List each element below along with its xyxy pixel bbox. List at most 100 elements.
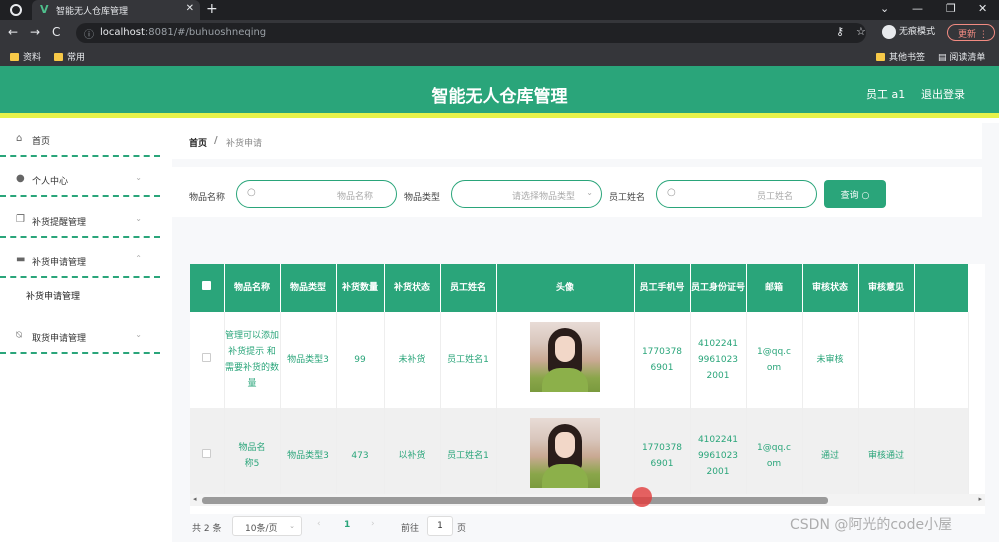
breadcrumb-separator: / (214, 135, 218, 146)
cell-staff: 员工姓名1 (440, 408, 497, 504)
watermark: CSDN @阿光的code小屋 (790, 517, 953, 533)
app-header: 智能无人仓库管理 员工 a1 退出登录 (0, 66, 999, 118)
table-header-row: 物品名称 物品类型 补货数量 补货状态 员工姓名 头像 员工手机号 员工身份证号… (190, 264, 969, 312)
column-header: 物品类型 (280, 264, 337, 312)
sidebar-item-label: 补货申请管理 (32, 258, 87, 268)
cell-opinion (858, 312, 915, 408)
item-name-placeholder: 物品名称 (337, 192, 374, 202)
staff-name-label: 员工姓名 (609, 193, 646, 203)
star-icon[interactable]: ☆ (856, 25, 866, 38)
chevron-down-icon: ⌄ (135, 173, 142, 182)
avatar (530, 418, 600, 488)
table-row[interactable]: 管理可以添加补货提示 和需要补货的数量 物品类型3 99 未补货 员工姓名1 1… (190, 312, 969, 408)
search-icon: ○ (667, 187, 676, 198)
horizontal-scrollbar[interactable]: ◂ ▸ (190, 494, 985, 506)
sidebar: ⌂ 首页 ● 个人中心 ⌄ ❐ 补货提醒管理 ⌄ ▬ 补货申请管理 ⌃ 补货申请… (0, 123, 162, 542)
chevron-down-icon: ⌄ (135, 214, 142, 223)
column-header-extra (914, 264, 969, 312)
folder-icon (54, 53, 63, 61)
page-size-select[interactable]: 10条/页 ⌄ (232, 516, 302, 536)
tab-close-icon[interactable]: ✕ (186, 3, 194, 14)
new-tab-icon[interactable]: + (206, 1, 218, 17)
bookmark-folder[interactable]: 资料 (10, 50, 41, 63)
prev-page-icon[interactable]: ‹ (317, 519, 321, 529)
item-name-label: 物品名称 (189, 193, 226, 203)
scrollbar-thumb[interactable] (202, 497, 828, 504)
forward-icon[interactable]: → (30, 25, 40, 39)
key-icon[interactable]: ⚷ (836, 25, 844, 38)
cursor-indicator (632, 487, 652, 507)
url-field[interactable]: ⓘ localhost:8081/#/buhuoshneqing (76, 23, 866, 43)
browser-tab[interactable]: V 智能无人仓库管理 ✕ (32, 0, 200, 20)
sidebar-item-label: 取货申请管理 (32, 334, 87, 344)
page-number[interactable]: 1 (344, 520, 350, 530)
url-host: localhost (100, 27, 145, 38)
back-icon[interactable]: ← (8, 25, 18, 39)
restore-icon[interactable]: ❐ (946, 2, 956, 15)
breadcrumb-home[interactable]: 首页 (189, 136, 207, 149)
copy-icon: ❐ (16, 214, 25, 225)
cell-extra (914, 408, 969, 504)
goto-page-input[interactable]: 1 (427, 516, 453, 536)
next-page-icon[interactable]: › (371, 519, 375, 529)
sidebar-item-restock-request[interactable]: ▬ 补货申请管理 ⌃ (0, 244, 160, 278)
row-checkbox[interactable] (190, 408, 225, 504)
item-type-select[interactable]: 请选择物品类型 ⌄ (451, 180, 602, 208)
query-label: 查询 (840, 191, 859, 201)
browser-tab-bar: V 智能无人仓库管理 ✕ + ⌄ — ❐ ✕ (0, 0, 999, 20)
bookmarks-bar: 资料 常用 其他书签 ▤ 阅读清单 (0, 46, 999, 66)
sidebar-item-profile[interactable]: ● 个人中心 ⌄ (0, 163, 160, 197)
logout-link[interactable]: 退出登录 (921, 86, 965, 102)
cell-idno: 410224199610232001 (690, 312, 747, 408)
reading-list[interactable]: ▤ 阅读清单 (938, 50, 985, 63)
goto-label: 前往 (401, 524, 420, 534)
folder-icon (876, 53, 885, 61)
briefcase-icon: ▬ (16, 254, 26, 265)
sidebar-item-home[interactable]: ⌂ 首页 (0, 123, 160, 157)
tab-search-icon[interactable]: ⌄ (880, 2, 889, 15)
user-icon: ● (16, 173, 25, 184)
data-table: 物品名称 物品类型 补货数量 补货状态 员工姓名 头像 员工手机号 员工身份证号… (190, 264, 985, 514)
column-header: 员工身份证号 (690, 264, 747, 312)
item-name-input[interactable]: ○ 物品名称 (236, 180, 397, 208)
query-button[interactable]: 查询 ○ (824, 180, 886, 208)
update-button[interactable]: 更新 ⋮ (947, 24, 995, 41)
minimize-icon[interactable]: — (912, 2, 923, 15)
checkbox-icon (202, 281, 212, 290)
cell-audit: 未审核 (802, 312, 859, 408)
incognito-icon (882, 24, 896, 39)
cell-email: 1@qq.com (746, 312, 803, 408)
avatar (530, 322, 600, 392)
scroll-left-icon[interactable]: ◂ (193, 495, 197, 503)
table-row[interactable]: 物品名称5 物品类型3 473 以补货 员工姓名1 17703786901 41… (190, 408, 969, 504)
sidebar-subitem-restock-request[interactable]: 补货申请管理 (26, 289, 80, 302)
chevron-down-icon: ⌄ (289, 522, 295, 530)
breadcrumb: 首页 / 补货申请 (172, 123, 982, 159)
current-user: 员工 a1 (866, 88, 906, 101)
site-info-icon[interactable]: ⓘ (84, 26, 94, 41)
bookmark-folder-other[interactable]: 其他书签 (876, 50, 925, 63)
sidebar-item-restock-reminder[interactable]: ❐ 补货提醒管理 ⌄ (0, 204, 160, 238)
scroll-right-icon[interactable]: ▸ (978, 495, 982, 503)
close-window-icon[interactable]: ✕ (978, 2, 987, 15)
folder-icon (10, 53, 19, 61)
column-header: 补货状态 (384, 264, 441, 312)
chevron-up-icon: ⌃ (135, 254, 142, 263)
incognito-indicator[interactable]: 无痕模式 (882, 24, 935, 39)
staff-name-input[interactable]: ○ 员工姓名 (656, 180, 817, 208)
cell-status: 以补货 (384, 408, 441, 504)
incognito-label: 无痕模式 (899, 27, 936, 37)
breadcrumb-current: 补货申请 (226, 139, 263, 149)
browser-logo-icon (10, 4, 22, 16)
cell-extra (914, 312, 969, 408)
sidebar-item-pickup-request[interactable]: ⍉ 取货申请管理 ⌄ (0, 320, 160, 354)
reload-icon[interactable]: C (52, 25, 60, 39)
column-header: 员工手机号 (634, 264, 691, 312)
select-all-checkbox[interactable] (190, 264, 225, 312)
tab-title: 智能无人仓库管理 (56, 7, 129, 17)
column-header: 审核意见 (858, 264, 915, 312)
row-checkbox[interactable] (190, 312, 225, 408)
bookmark-label: 其他书签 (889, 53, 926, 63)
sidebar-item-label: 首页 (32, 137, 51, 147)
bookmark-folder[interactable]: 常用 (54, 50, 85, 63)
